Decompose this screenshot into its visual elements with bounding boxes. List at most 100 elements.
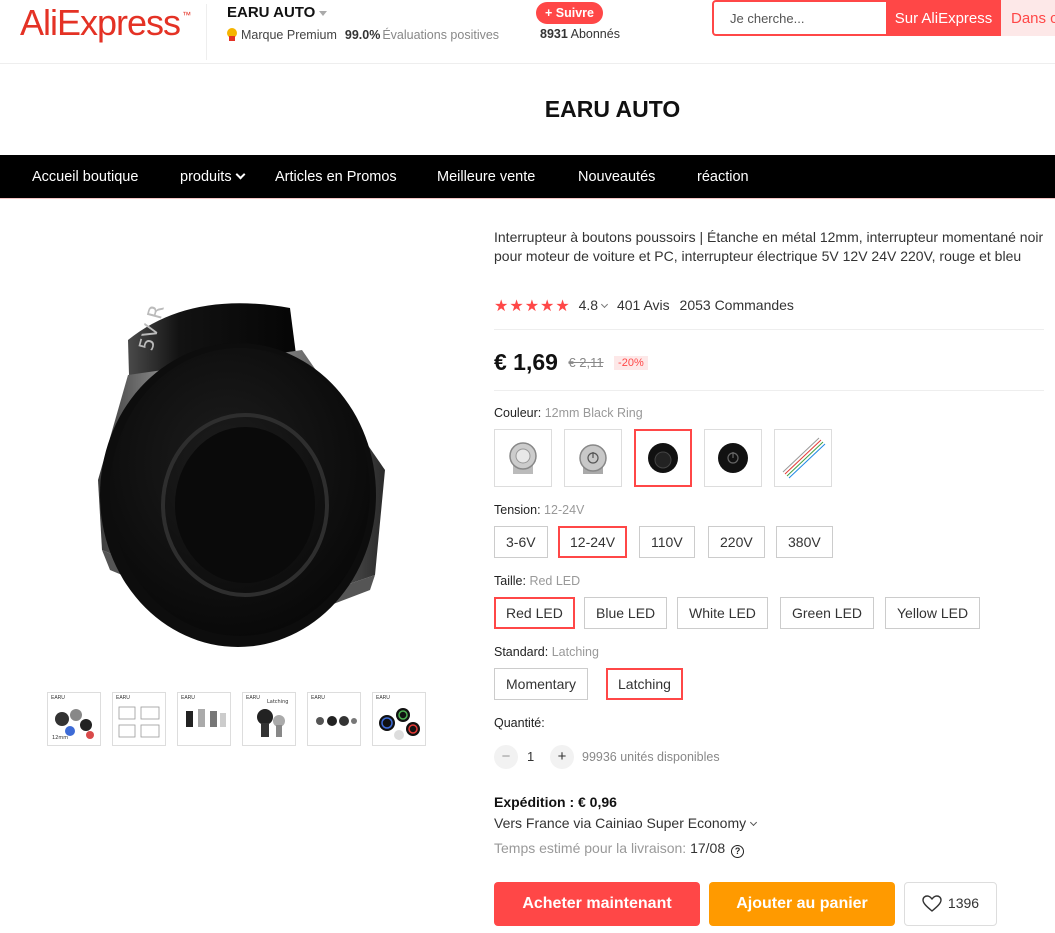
store-nav: Accueil boutique produits Articles en Pr… — [0, 155, 1055, 199]
nav-label: réaction — [697, 169, 749, 185]
size-option-green-led[interactable]: Green LED — [780, 597, 875, 629]
push-button-switch-image: 5V R — [98, 302, 385, 647]
heart-icon — [922, 895, 942, 912]
caret-down-icon — [319, 10, 328, 16]
follow-button[interactable]: + Suivre — [536, 2, 603, 24]
swatch-image — [782, 437, 826, 479]
divider — [494, 329, 1044, 330]
store-name: EARU AUTO — [227, 4, 316, 21]
nav-item-best-sellers[interactable]: Meilleure vente — [437, 155, 535, 199]
swatch-image — [718, 443, 748, 473]
thumb-label: EARU — [376, 695, 390, 701]
nav-label: Meilleure vente — [437, 169, 536, 185]
product-main-image[interactable]: 5V R — [40, 230, 440, 660]
nav-label: Nouveautés — [578, 169, 656, 185]
search-aliexpress-button[interactable]: Sur AliExpress — [886, 0, 1001, 36]
quantity-increase-button[interactable]: + — [550, 745, 574, 769]
search-input[interactable] — [714, 2, 886, 34]
thumbnail-3[interactable]: EARU — [177, 692, 231, 746]
thumb-caption: 12mm — [52, 735, 68, 741]
nav-item-feedback[interactable]: réaction — [697, 155, 749, 199]
followers-number: 8931 — [540, 27, 568, 41]
tension-option-12-24v[interactable]: 12-24V — [558, 526, 628, 558]
prop-value: 12mm Black Ring — [544, 406, 643, 420]
thumb-label: EARU — [51, 695, 65, 701]
store-banner-title: EARU AUTO — [544, 96, 681, 122]
shipping-cost: Expédition : € 0,96 — [494, 794, 617, 810]
price-row: € 1,69 € 2,11 -20% — [494, 349, 648, 376]
header-divider — [206, 4, 207, 60]
orders-count: 2053 Commandes — [679, 297, 794, 313]
size-label: Taille: Red LED — [494, 574, 580, 588]
thumbnail-5[interactable]: EARU — [307, 692, 361, 746]
wishlist-button[interactable]: 1396 — [904, 882, 997, 926]
prop-value: Red LED — [529, 574, 581, 588]
nav-label: Articles en Promos — [275, 169, 397, 185]
store-rating-label: Évaluations positives — [382, 28, 500, 42]
tension-option-380v[interactable]: 380V — [776, 526, 833, 558]
help-icon[interactable]: ? — [731, 845, 745, 858]
add-to-cart-button[interactable]: Ajouter au panier — [709, 882, 895, 926]
product-title: Interrupteur à boutons poussoirs | Étanc… — [494, 229, 1044, 264]
thumb-label: EARU — [246, 695, 260, 701]
color-swatch-black-ring[interactable] — [634, 429, 692, 487]
size-option-yellow-led[interactable]: Yellow LED — [885, 597, 981, 629]
thumbnail-4[interactable]: EARU Latching — [242, 692, 296, 746]
nav-item-promos[interactable]: Articles en Promos — [275, 155, 397, 199]
quantity-value[interactable]: 1 — [527, 749, 534, 764]
top-header: AliExpress ™ EARU AUTO Marque Premium 99.0… — [0, 0, 1055, 64]
delivery-estimate: Temps estimé pour la livraison: 17/08? — [494, 840, 745, 858]
tension-option-220v[interactable]: 220V — [708, 526, 765, 558]
color-swatch-black-power[interactable] — [704, 429, 762, 487]
nav-label: produits — [180, 169, 232, 185]
nav-item-new[interactable]: Nouveautés — [578, 155, 655, 199]
shipping-route: Vers France via Cainiao Super Economy — [494, 815, 747, 831]
size-option-blue-led[interactable]: Blue LED — [584, 597, 668, 629]
logo-trademark: ™ — [182, 10, 191, 20]
tension-option-110v[interactable]: 110V — [639, 526, 695, 558]
prop-name: Taille: — [494, 574, 526, 588]
size-option-white-led[interactable]: White LED — [677, 597, 768, 629]
nav-item-products[interactable]: produits — [180, 155, 246, 199]
swatch-image — [509, 442, 537, 474]
followers-label: Abonnés — [570, 27, 620, 41]
color-swatch-wires[interactable] — [774, 429, 832, 487]
delivery-label: Temps estimé pour la livraison: — [494, 840, 687, 856]
thumbnail-1[interactable]: EARU 12mm — [47, 692, 101, 746]
store-name-dropdown[interactable]: EARU AUTO — [227, 4, 328, 21]
color-swatch-silver-ring[interactable] — [494, 429, 552, 487]
followers-count: 8931 Abonnés — [540, 27, 620, 41]
rating-stars-icon: ★★★★★ — [494, 298, 571, 315]
logo-text: AliExpress — [20, 2, 181, 43]
chevron-down-icon[interactable] — [601, 300, 609, 309]
standard-option-latching[interactable]: Latching — [606, 668, 683, 700]
color-swatch-silver-power[interactable] — [564, 429, 622, 487]
thumb-label: EARU — [311, 695, 325, 701]
nav-label: Accueil boutique — [32, 169, 139, 185]
quantity-decrease-button[interactable]: − — [494, 745, 518, 769]
tension-label: Tension: 12-24V — [494, 503, 584, 517]
divider — [494, 390, 1044, 391]
standard-option-momentary[interactable]: Momentary — [494, 668, 589, 700]
thumbnail-2[interactable]: EARU — [112, 692, 166, 746]
aliexpress-logo[interactable]: AliExpress ™ — [20, 2, 191, 44]
thumb-caption: Latching — [267, 699, 288, 705]
rating-score[interactable]: 4.8 — [579, 297, 598, 313]
prop-value: 12-24V — [544, 503, 585, 517]
thumbnail-6[interactable]: EARU — [372, 692, 426, 746]
tension-option-3-6v[interactable]: 3-6V — [494, 526, 548, 558]
shipping-method-dropdown[interactable]: Vers France via Cainiao Super Economy — [494, 815, 758, 831]
rating-row: ★★★★★ 4.8 401 Avis 2053 Commandes — [494, 296, 794, 316]
swatch-image — [579, 444, 607, 474]
buy-now-button[interactable]: Acheter maintenant — [494, 882, 700, 926]
stock-available: 99936 unités disponibles — [582, 750, 720, 764]
search-store-button[interactable]: Dans cette boutique — [1001, 0, 1055, 36]
chevron-down-icon — [235, 169, 246, 180]
size-option-red-led[interactable]: Red LED — [494, 597, 575, 629]
delivery-date: 17/08 — [690, 840, 726, 856]
nav-item-home[interactable]: Accueil boutique — [32, 155, 138, 199]
chevron-down-icon — [750, 818, 758, 827]
prop-name: Standard: — [494, 645, 549, 659]
standard-label: Standard: Latching — [494, 645, 599, 659]
reviews-link[interactable]: 401 Avis — [617, 297, 670, 313]
